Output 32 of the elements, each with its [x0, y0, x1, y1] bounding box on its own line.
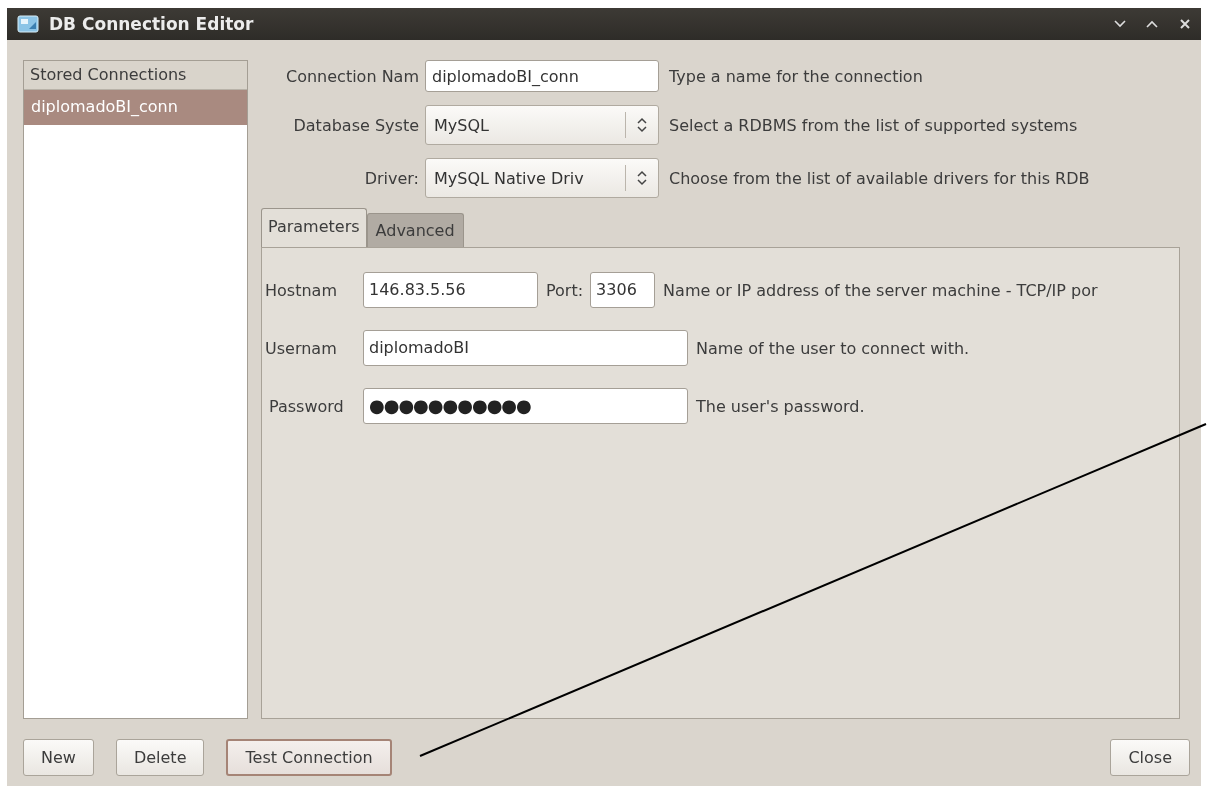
field-description: Choose from the list of available drivers for this RDB	[668, 168, 1091, 188]
column-header[interactable]: Stored Connections	[24, 61, 247, 90]
button[interactable]: Test Connection	[226, 739, 392, 776]
tab[interactable]: Advanced	[366, 213, 464, 247]
field-label: Database Syste	[292, 115, 419, 135]
button[interactable]: New	[23, 739, 94, 776]
close-button[interactable]: Close	[1110, 739, 1190, 776]
input-field[interactable]: 3306	[590, 272, 656, 308]
button[interactable]: Delete	[115, 739, 205, 776]
close-icon[interactable]	[1179, 18, 1191, 30]
field-description: The user's password.	[695, 396, 865, 416]
field-description: Name of the user to connect with.	[695, 338, 970, 358]
tab[interactable]: Parameters	[261, 208, 367, 247]
field-label: Password	[268, 396, 345, 416]
field-description: Name or IP address of the server machine - TCP/IP por	[662, 280, 1098, 300]
maximize-icon[interactable]	[1145, 19, 1159, 29]
input-field[interactable]: diplomadoBI	[363, 330, 688, 366]
field-label: Driver:	[363, 168, 419, 188]
password-field[interactable]: ●●●●●●●●●●●	[363, 388, 688, 424]
window-title: DB Connection Editor	[49, 14, 254, 34]
field-label: Usernam	[264, 338, 338, 358]
field-description: Select a RDBMS from the list of supported systems	[668, 115, 1079, 135]
dropdown[interactable]: MySQL Native Driv	[425, 158, 659, 198]
minimize-icon[interactable]	[1113, 19, 1127, 29]
field-label: Hostnam	[264, 280, 338, 300]
field-label: Connection Nam	[285, 66, 419, 86]
field-label: Port:	[546, 280, 584, 300]
window-icon	[17, 15, 39, 33]
dropdown[interactable]: MySQL	[425, 105, 659, 145]
input-field[interactable]: diplomadoBI_conn	[425, 60, 659, 92]
input-field[interactable]: 146.83.5.56	[363, 272, 538, 308]
field-description: Type a name for the connection	[668, 66, 924, 86]
